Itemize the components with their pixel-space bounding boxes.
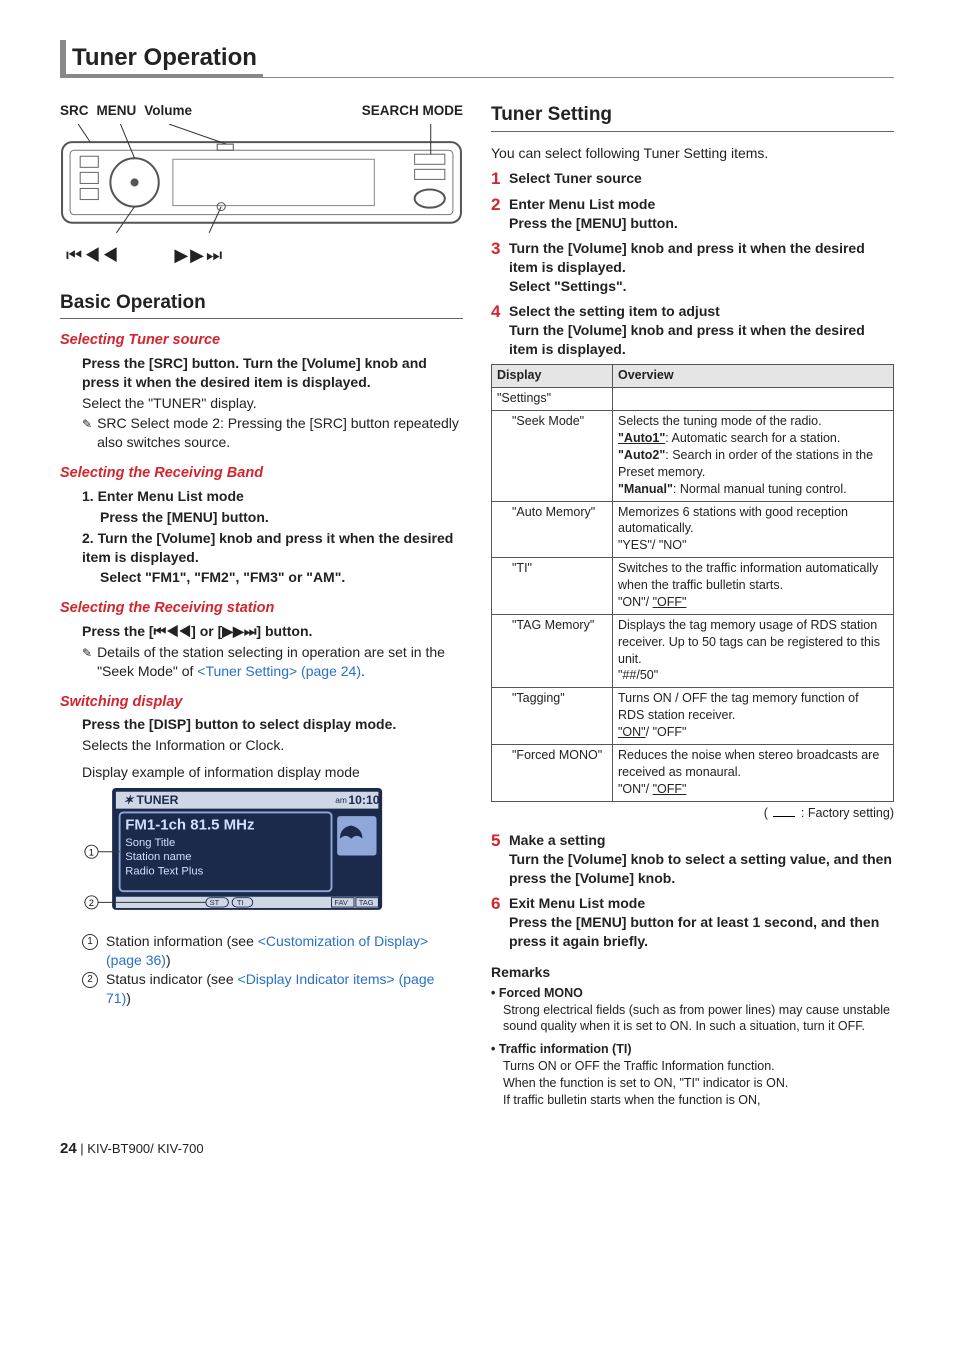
step-5: 5 Make a setting Turn the [Volume] knob … (491, 831, 894, 888)
svg-text:am: am (335, 795, 347, 805)
selecting-tuner-source-heading: Selecting Tuner source (60, 331, 463, 351)
svg-text:TUNER: TUNER (137, 793, 179, 807)
circled-2-icon: 2 (82, 972, 98, 988)
row-automemory-o: Memorizes 6 stations with good reception… (613, 501, 894, 558)
row-settings: "Settings" (492, 388, 613, 411)
row-tagmemory-o: Displays the tag memory usage of RDS sta… (613, 614, 894, 688)
tuner-setting-intro: You can select following Tuner Setting i… (491, 144, 894, 163)
svg-text:TI: TI (237, 898, 244, 907)
selecting-band-heading: Selecting the Receiving Band (60, 464, 463, 484)
svg-text:FM1-1ch 81.5 MHz: FM1-1ch 81.5 MHz (125, 816, 254, 833)
label-search-mode: SEARCH MODE (362, 102, 463, 120)
row-automemory-d: "Auto Memory" (492, 501, 613, 558)
tuner-setting-heading: Tuner Setting (491, 102, 894, 132)
switch-disp-b1: Press the [DISP] button to select displa… (60, 715, 463, 734)
callout-1: 1 Station information (see <Customizatio… (60, 932, 463, 970)
selecting-station-heading: Selecting the Receiving station (60, 599, 463, 619)
receiver-diagram: SRC MENU Volume SEARCH MODE (60, 102, 463, 267)
remark-ti: • Traffic information (TI) Turns ON or O… (491, 1041, 894, 1109)
pencil-icon: ✎ (82, 643, 92, 681)
step-6: 6 Exit Menu List mode Press the [MENU] b… (491, 894, 894, 951)
sel-station-note: Details of the station selecting in oper… (97, 643, 463, 681)
svg-text:2: 2 (89, 898, 94, 908)
svg-text:10:10: 10:10 (348, 793, 379, 807)
page-title-border: Tuner Operation (60, 40, 894, 78)
row-ti-d: "TI" (492, 558, 613, 615)
switching-display-heading: Switching display (60, 693, 463, 713)
callout-2: 2 Status indicator (see <Display Indicat… (60, 970, 463, 1008)
sel-band-1a: 1. Enter Menu List mode (60, 487, 463, 506)
svg-text:Station name: Station name (125, 851, 191, 863)
settings-table: Display Overview "Settings" "Seek Mode" … (491, 364, 894, 801)
row-seekmode-d: "Seek Mode" (492, 411, 613, 501)
sel-tuner-src-body1: Press the [SRC] button. Turn the [Volume… (60, 354, 463, 392)
remark-forced-mono: • Forced MONO Strong electrical fields (… (491, 985, 894, 1036)
sel-band-2a: 2. Turn the [Volume] knob and press it w… (60, 529, 463, 567)
label-menu: MENU (97, 102, 137, 120)
display-example: ✶ TUNER am 10:10 FM1-1ch 81.5 MHz Song T… (84, 788, 463, 924)
row-forcedmono-d: "Forced MONO" (492, 744, 613, 801)
pencil-icon: ✎ (82, 414, 92, 452)
row-ti-o: Switches to the traffic information auto… (613, 558, 894, 615)
left-column: SRC MENU Volume SEARCH MODE (60, 102, 463, 1114)
svg-text:TAG: TAG (359, 898, 374, 907)
page-footer: 24 | KIV-BT900/ KIV-700 (60, 1139, 894, 1159)
tuner-setting-link[interactable]: <Tuner Setting> (page 24) (197, 663, 361, 679)
page-title: Tuner Operation (60, 40, 263, 78)
skip-left-icon: ⏮◀◀ (66, 245, 120, 265)
sel-band-2b: Select "FM1", "FM2", "FM3" or "AM". (60, 568, 463, 587)
sel-tuner-src-note: SRC Select mode 2: Pressing the [SRC] bu… (97, 414, 463, 452)
svg-text:Song Title: Song Title (125, 837, 175, 849)
step-4: 4 Select the setting item to adjust Turn… (491, 302, 894, 359)
receiver-svg (60, 124, 463, 235)
remarks-heading: Remarks (491, 963, 894, 982)
skip-left-icon: ⏮◀◀ (154, 623, 192, 639)
row-tagmemory-d: "TAG Memory" (492, 614, 613, 688)
label-volume: Volume (144, 102, 192, 120)
svg-text:FAV: FAV (334, 898, 348, 907)
page-number: 24 (60, 1140, 77, 1157)
row-forcedmono-o: Reduces the noise when stereo broadcasts… (613, 744, 894, 801)
step-2: 2 Enter Menu List mode Press the [MENU] … (491, 195, 894, 233)
label-src: SRC (60, 102, 89, 120)
th-display: Display (492, 365, 613, 388)
svg-text:ST: ST (210, 898, 220, 907)
th-overview: Overview (613, 365, 894, 388)
basic-operation-heading: Basic Operation (60, 290, 463, 320)
circled-1-icon: 1 (82, 934, 98, 950)
skip-right-icon: ▶▶⏭ (222, 623, 256, 639)
sel-station-body1: Press the [⏮◀◀] or [▶▶⏭] button. (60, 622, 463, 641)
step-1: 1 Select Tuner source (491, 169, 894, 189)
factory-legend: ( : Factory setting) (491, 805, 894, 822)
model-name: KIV-BT900/ KIV-700 (87, 1141, 203, 1156)
sel-tuner-src-body2: Select the "TUNER" display. (60, 394, 463, 413)
row-tagging-o: Turns ON / OFF the tag memory function o… (613, 688, 894, 745)
svg-text:Radio Text Plus: Radio Text Plus (125, 865, 203, 877)
switch-disp-b2: Selects the Information or Clock. (60, 736, 463, 755)
svg-text:✶: ✶ (123, 793, 134, 807)
right-column: Tuner Setting You can select following T… (491, 102, 894, 1114)
row-tagging-d: "Tagging" (492, 688, 613, 745)
sel-band-1b: Press the [MENU] button. (60, 508, 463, 527)
skip-right-icon: ▶▶⏭ (174, 245, 224, 265)
step-3: 3 Turn the [Volume] knob and press it wh… (491, 239, 894, 296)
display-example-title: Display example of information display m… (60, 763, 463, 782)
row-seekmode-o: Selects the tuning mode of the radio. "A… (613, 411, 894, 501)
svg-text:1: 1 (89, 847, 94, 857)
